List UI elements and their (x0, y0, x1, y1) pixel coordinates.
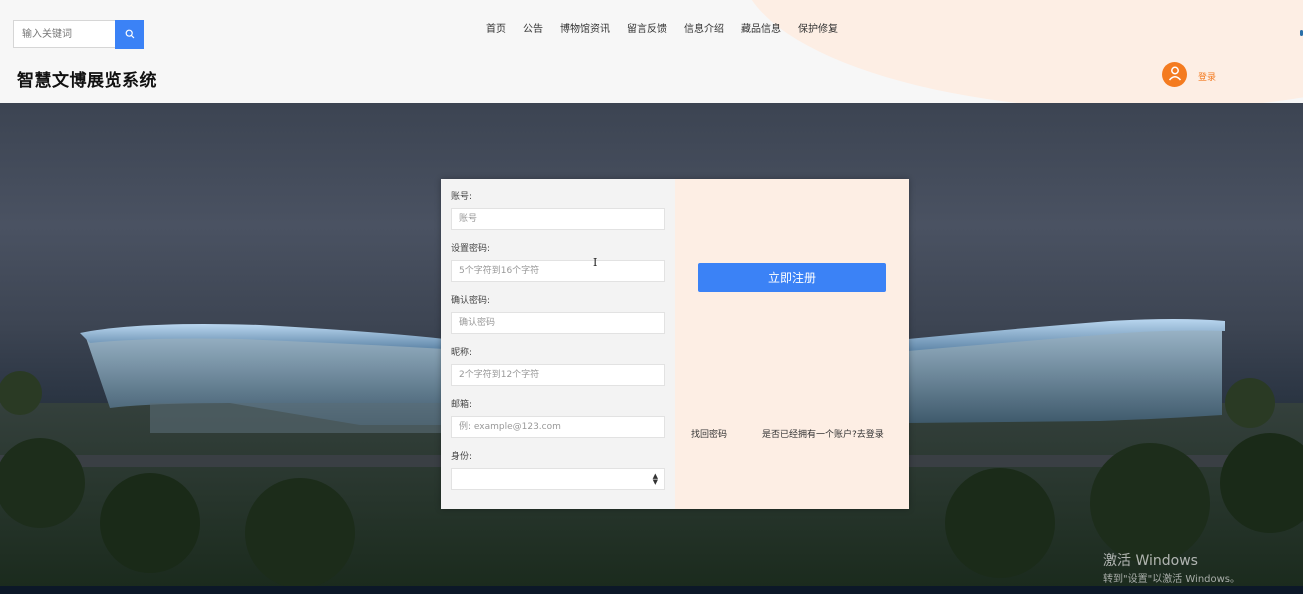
site-title: 智慧文博展览系统 (17, 71, 157, 91)
identity-label: 身份: (451, 452, 473, 462)
forgot-password-link[interactable]: 找回密码 (691, 427, 727, 440)
search-icon (125, 27, 135, 42)
search-button[interactable] (115, 20, 144, 49)
register-form: 账号: 设置密码: 确认密码: 昵称: 邮箱: 身份: ▲▼ (441, 179, 675, 509)
identity-select[interactable]: ▲ ▼ (451, 468, 665, 490)
nav-item-notice[interactable]: 公告 (523, 24, 543, 36)
account-label: 账号: (451, 192, 473, 202)
nav-item-restoration[interactable]: 保护修复 (798, 24, 838, 36)
bottom-bar (0, 586, 1303, 594)
select-arrows-icon: ▲ ▼ (652, 472, 658, 486)
nav-item-collection[interactable]: 藏品信息 (741, 24, 781, 36)
confirm-password-label: 确认密码: (451, 296, 491, 306)
user-avatar[interactable] (1162, 62, 1187, 87)
header-decoration (740, 0, 1303, 103)
nickname-label: 昵称: (451, 348, 473, 358)
register-button[interactable]: 立即注册 (698, 263, 886, 292)
nav-item-museum-news[interactable]: 博物馆资讯 (560, 24, 610, 36)
activation-watermark-title: 激活 Windows (1103, 553, 1198, 569)
password-label: 设置密码: (451, 244, 491, 254)
text-cursor-icon: I (593, 256, 598, 269)
register-card: 账号: 设置密码: 确认密码: 昵称: 邮箱: 身份: ▲▼ 立即注册 找回密码… (441, 179, 909, 509)
account-input[interactable] (451, 208, 665, 230)
nav-item-info[interactable]: 信息介绍 (684, 24, 724, 36)
password-input[interactable] (451, 260, 665, 282)
user-avatar-icon (1167, 65, 1183, 85)
activation-watermark-subtitle: 转到"设置"以激活 Windows。 (1103, 574, 1241, 585)
confirm-password-input[interactable] (451, 312, 665, 334)
go-login-link[interactable]: 是否已经拥有一个账户?去登录 (762, 427, 884, 440)
email-label: 邮箱: (451, 400, 473, 410)
main-nav: 首页 公告 博物馆资讯 留言反馈 信息介绍 藏品信息 保护修复 (486, 24, 855, 36)
header: 首页 公告 博物馆资讯 留言反馈 信息介绍 藏品信息 保护修复 智慧文博展览系统… (0, 0, 1303, 103)
search-input[interactable] (13, 20, 115, 48)
email-input[interactable] (451, 416, 665, 438)
nickname-input[interactable] (451, 364, 665, 386)
nav-item-feedback[interactable]: 留言反馈 (627, 24, 667, 36)
register-actions: 立即注册 找回密码 是否已经拥有一个账户?去登录 (675, 179, 909, 509)
nav-item-home[interactable]: 首页 (486, 24, 506, 36)
login-link[interactable]: 登录 (1198, 70, 1216, 83)
